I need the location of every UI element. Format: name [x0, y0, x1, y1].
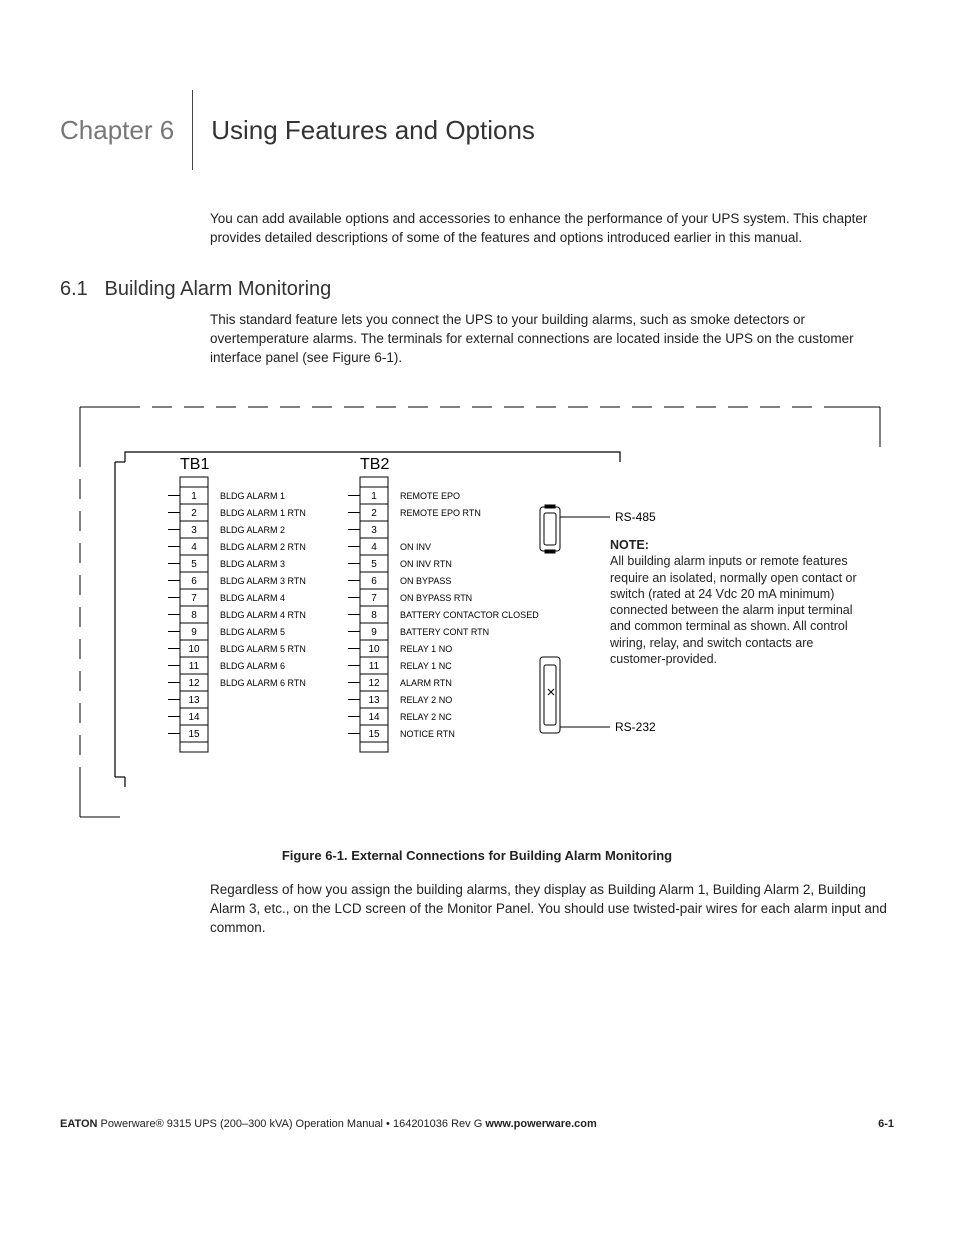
rs485-label: RS-485 — [615, 510, 656, 524]
terminal-number: 8 — [371, 610, 377, 621]
terminal-number: 4 — [191, 542, 197, 553]
rs232-label: RS-232 — [615, 720, 656, 734]
terminal-label: BLDG ALARM 1 — [220, 491, 285, 501]
wiring-diagram-svg: TB1 TB2 1 BLDG ALARM 1 2 BLDG ALARM 1 RTN 3 B… — [70, 397, 890, 827]
rs232-connector-icon — [540, 657, 560, 733]
terminal-number: 5 — [371, 559, 377, 570]
terminal-number: 14 — [368, 712, 380, 723]
terminal-number: 10 — [368, 644, 380, 655]
note-body: All building alarm inputs or remote feat… — [610, 554, 870, 668]
terminal-number: 3 — [371, 525, 377, 536]
terminal-label: ALARM RTN — [400, 678, 452, 688]
intro-paragraph: You can add available options and access… — [210, 210, 894, 248]
terminal-number: 12 — [368, 678, 380, 689]
terminal-label: BLDG ALARM 6 RTN — [220, 678, 306, 688]
figure-6-1: TB1 TB2 1 BLDG ALARM 1 2 BLDG ALARM 1 RTN 3 B… — [70, 397, 884, 863]
footer-left: EATON Powerware® 9315 UPS (200–300 kVA) … — [60, 1118, 597, 1130]
terminal-label: BLDG ALARM 3 RTN — [220, 576, 306, 586]
terminal-number: 12 — [188, 678, 200, 689]
terminal-label: BLDG ALARM 1 RTN — [220, 508, 306, 518]
terminal-number: 8 — [191, 610, 197, 621]
page-footer: EATON Powerware® 9315 UPS (200–300 kVA) … — [60, 1118, 894, 1130]
terminal-label: BLDG ALARM 5 RTN — [220, 644, 306, 654]
terminal-label: NOTICE RTN — [400, 729, 455, 739]
terminal-number: 14 — [188, 712, 200, 723]
terminal-label: ON BYPASS — [400, 576, 451, 586]
rs485-connector-icon — [540, 505, 560, 553]
terminal-number: 15 — [368, 729, 380, 740]
terminal-number: 5 — [191, 559, 197, 570]
chapter-number: Chapter 6 — [60, 90, 192, 170]
section-number: 6.1 — [60, 278, 88, 300]
terminal-number: 11 — [189, 661, 200, 672]
footer-brand: EATON — [60, 1118, 98, 1130]
terminal-label: RELAY 2 NO — [400, 695, 452, 705]
footer-page-number: 6-1 — [878, 1118, 894, 1130]
terminal-label: REMOTE EPO — [400, 491, 460, 501]
terminal-number: 13 — [368, 695, 380, 706]
terminal-number: 1 — [191, 491, 197, 502]
tb1-terminals: 1 BLDG ALARM 1 2 BLDG ALARM 1 RTN 3 BLDG ALAR… — [168, 477, 306, 752]
terminal-number: 2 — [371, 508, 377, 519]
terminal-label: BLDG ALARM 2 — [220, 525, 285, 535]
section-heading: 6.1 Building Alarm Monitoring — [60, 278, 894, 301]
tb2-label: TB2 — [360, 456, 389, 473]
tb1-label: TB1 — [180, 456, 209, 473]
terminal-number: 6 — [191, 576, 197, 587]
terminal-label: ON INV — [400, 542, 431, 552]
terminal-label: BLDG ALARM 4 — [220, 593, 285, 603]
terminal-number: 6 — [371, 576, 377, 587]
footer-product: Powerware® 9315 UPS (200–300 kVA) Operat… — [98, 1118, 486, 1130]
after-figure-paragraph: Regardless of how you assign the buildin… — [210, 881, 894, 938]
section-title: Building Alarm Monitoring — [104, 278, 331, 300]
terminal-label: BATTERY CONT RTN — [400, 627, 489, 637]
note-heading: NOTE: — [610, 537, 870, 553]
figure-caption: Figure 6-1. External Connections for Bui… — [70, 848, 884, 863]
terminal-label: BLDG ALARM 6 — [220, 661, 285, 671]
terminal-number: 4 — [371, 542, 377, 553]
chapter-header: Chapter 6 Using Features and Options — [60, 90, 894, 170]
terminal-label: RELAY 1 NC — [400, 661, 452, 671]
chapter-title: Using Features and Options — [193, 90, 535, 170]
terminal-label: RELAY 2 NC — [400, 712, 452, 722]
terminal-number: 9 — [371, 627, 377, 638]
terminal-label: BATTERY CONTACTOR CLOSED — [400, 610, 539, 620]
terminal-label: BLDG ALARM 5 — [220, 627, 285, 637]
terminal-number: 11 — [369, 661, 380, 672]
terminal-label: BLDG ALARM 4 RTN — [220, 610, 306, 620]
footer-url: www.powerware.com — [485, 1118, 596, 1130]
terminal-label: REMOTE EPO RTN — [400, 508, 481, 518]
terminal-number: 7 — [371, 593, 377, 604]
terminal-number: 3 — [191, 525, 197, 536]
terminal-label: BLDG ALARM 3 — [220, 559, 285, 569]
terminal-number: 15 — [188, 729, 200, 740]
terminal-number: 1 — [371, 491, 377, 502]
terminal-number: 13 — [188, 695, 200, 706]
terminal-label: RELAY 1 NO — [400, 644, 452, 654]
tb2-terminals: 1 REMOTE EPO 2 REMOTE EPO RTN 3 4 ON INV 5 ON IN… — [348, 477, 539, 752]
terminal-label: ON BYPASS RTN — [400, 593, 472, 603]
terminal-number: 9 — [191, 627, 197, 638]
terminal-number: 7 — [191, 593, 197, 604]
terminal-number: 2 — [191, 508, 197, 519]
terminal-label: BLDG ALARM 2 RTN — [220, 542, 306, 552]
terminal-label: ON INV RTN — [400, 559, 452, 569]
section-paragraph: This standard feature lets you connect t… — [210, 311, 894, 368]
terminal-number: 10 — [188, 644, 200, 655]
